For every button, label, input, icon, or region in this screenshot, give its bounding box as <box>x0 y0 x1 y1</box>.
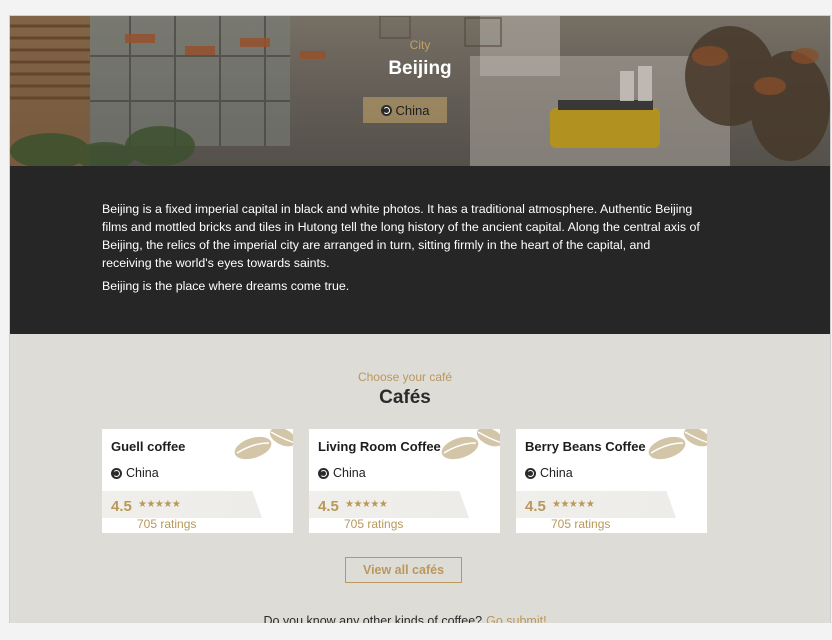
star-icon: ★★★★★ <box>138 499 181 510</box>
globe-icon <box>318 467 329 479</box>
rating-score: 4.5 <box>525 498 546 515</box>
rating-score: 4.5 <box>111 498 132 515</box>
page-frame: City Beijing China Beijing is a fixed im… <box>9 15 831 625</box>
cafe-name: Living Room Coffee <box>318 439 441 454</box>
hero-banner: City Beijing China <box>10 16 830 166</box>
cafe-card[interactable]: Berry Beans Coffee China 4.5 ★★★★★ 705 r… <box>516 429 707 533</box>
star-icon: ★★★★★ <box>345 499 388 510</box>
cafes-section: Choose your café Cafés Guell coffee Chin… <box>10 334 830 624</box>
globe-icon <box>525 467 536 479</box>
cafe-card[interactable]: Living Room Coffee China 4.5 ★★★★★ 705 r… <box>309 429 500 533</box>
city-title: Beijing <box>388 58 452 79</box>
view-all-cafes-button[interactable]: View all cafés <box>345 557 462 583</box>
cafes-kicker: Choose your café <box>357 370 453 384</box>
cafe-name: Berry Beans Coffee <box>525 439 646 454</box>
cafes-title: Cafés <box>379 387 431 408</box>
cafe-card[interactable]: Guell coffee China 4.5 ★★★★★ 705 ratings <box>102 429 293 533</box>
rating-count: 705 ratings <box>551 517 611 531</box>
rating-score: 4.5 <box>318 498 339 515</box>
star-icon: ★★★★★ <box>552 499 595 510</box>
cafe-country: China <box>318 466 366 480</box>
cafe-country: China <box>111 466 159 480</box>
city-description: Beijing is a fixed imperial capital in b… <box>10 166 830 334</box>
coffee-beans-icon <box>441 429 500 460</box>
cafe-name: Guell coffee <box>111 439 186 454</box>
rating-count: 705 ratings <box>137 517 197 531</box>
cafe-country: China <box>525 466 573 480</box>
globe-icon <box>380 104 392 116</box>
globe-icon <box>111 467 122 479</box>
coffee-beans-icon <box>648 429 707 460</box>
description-tagline: Beijing is the place where dreams come t… <box>102 279 350 293</box>
description-paragraph: Beijing is a fixed imperial capital in b… <box>102 202 700 270</box>
hero-label: City <box>409 38 431 52</box>
rating-count: 705 ratings <box>344 517 404 531</box>
country-badge[interactable]: China <box>363 97 447 123</box>
bottom-bar <box>0 623 832 640</box>
coffee-beans-icon <box>234 429 293 460</box>
country-label: China <box>395 102 430 118</box>
